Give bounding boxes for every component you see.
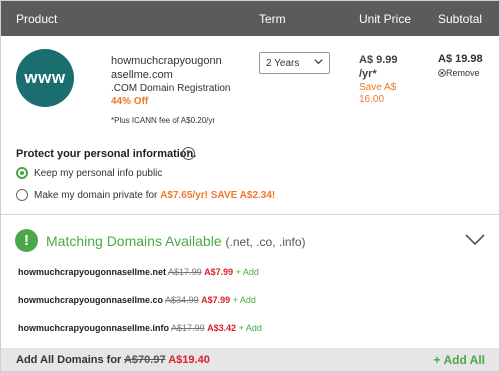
product-description: .COM Domain Registration xyxy=(111,83,231,94)
remove-label: Remove xyxy=(446,68,480,78)
option-keep-public-label[interactable]: Keep my personal info public xyxy=(34,168,162,179)
chevron-down-icon[interactable] xyxy=(465,233,485,246)
chevron-down-icon xyxy=(314,59,323,65)
old-price: A$17.99 xyxy=(171,323,205,333)
discount-badge: 44% Off xyxy=(111,96,149,107)
add-domain-button[interactable]: + Add xyxy=(236,267,259,277)
subtotal-value: A$ 19.98 xyxy=(438,53,483,65)
add-domain-button[interactable]: + Add xyxy=(233,295,256,305)
add-domain-button[interactable]: + Add xyxy=(239,323,262,333)
add-all-footer: Add All Domains for A$70.97 A$19.40 + Ad… xyxy=(1,348,499,371)
header-subtotal: Subtotal xyxy=(438,12,483,26)
matching-tlds: (.net, .co, .info) xyxy=(225,235,306,249)
www-logo-icon: www xyxy=(16,49,74,107)
term-select[interactable]: 2 Years xyxy=(259,52,330,74)
suggested-domain-name: howmuchcrapyougonnasellme.net xyxy=(18,267,167,277)
section-divider xyxy=(1,214,499,215)
remove-button[interactable]: Remove xyxy=(438,68,480,78)
old-price: A$34.99 xyxy=(165,295,199,305)
add-all-button[interactable]: + Add All xyxy=(434,353,485,367)
list-item: howmuchcrapyougonnasellme.co A$34.99 A$7… xyxy=(18,295,256,305)
header-unit-price: Unit Price xyxy=(359,12,412,26)
suggested-domain-name: howmuchcrapyougonnasellme.info xyxy=(18,323,170,333)
list-item: howmuchcrapyougonnasellme.info A$17.99 A… xyxy=(18,323,262,333)
suggested-domain-name: howmuchcrapyougonnasellme.co xyxy=(18,295,164,305)
new-price: A$7.99 xyxy=(204,267,234,277)
option-make-private-label[interactable]: Make my domain private for A$7.65/yr! SA… xyxy=(34,190,275,201)
radio-keep-public[interactable] xyxy=(16,167,28,179)
term-select-value: 2 Years xyxy=(266,58,300,69)
cart-panel: Product Term Unit Price Subtotal www how… xyxy=(0,0,500,372)
header-term: Term xyxy=(259,12,286,26)
radio-make-private[interactable] xyxy=(16,189,28,201)
remove-icon xyxy=(438,69,446,77)
header-product: Product xyxy=(16,12,58,26)
unit-price: A$ 9.99 /yr* xyxy=(359,54,398,80)
old-price: A$17.99 xyxy=(168,267,202,277)
add-all-label: Add All Domains for A$70.97 A$19.40 xyxy=(16,354,210,366)
private-offer-text: A$7.65/yr! SAVE A$2.34! xyxy=(160,190,276,201)
table-header: Product Term Unit Price Subtotal xyxy=(1,1,499,36)
new-price: A$3.42 xyxy=(207,323,237,333)
add-all-new-price: A$19.40 xyxy=(168,354,210,366)
add-all-old-price: A$70.97 xyxy=(123,354,166,366)
list-item: howmuchcrapyougonnasellme.net A$17.99 A$… xyxy=(18,267,259,277)
help-icon[interactable]: ? xyxy=(182,147,195,160)
matching-domains-title[interactable]: Matching Domains Available (.net, .co, .… xyxy=(46,233,306,249)
alert-icon: ! xyxy=(15,229,38,252)
icann-fee-note: *Plus ICANN fee of A$0.20/yr xyxy=(111,116,216,125)
privacy-title: Protect your personal information. xyxy=(16,148,197,160)
new-price: A$7.99 xyxy=(201,295,231,305)
savings-text: Save A$ 16.00 xyxy=(359,82,397,105)
domain-name: howmuchcrapyougonn asellme.com xyxy=(111,55,222,81)
